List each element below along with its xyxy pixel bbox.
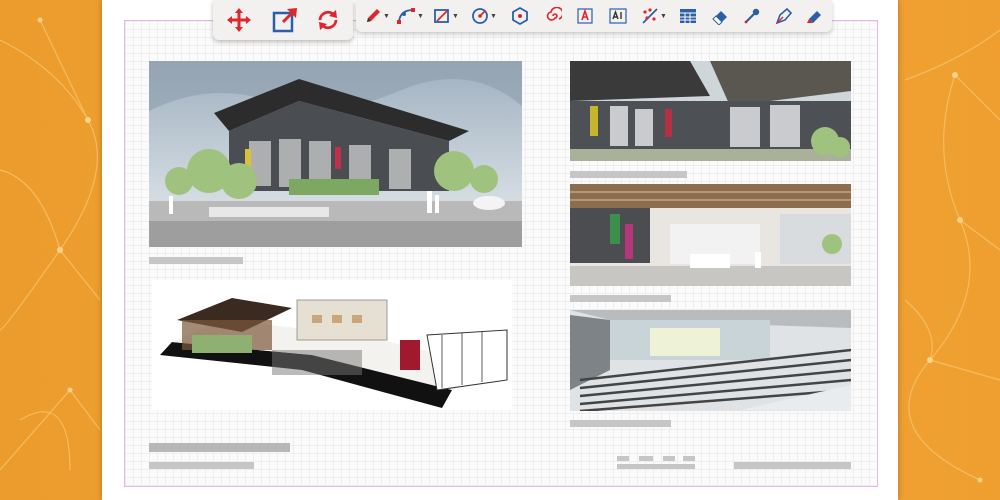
rotate-icon xyxy=(318,10,338,30)
isometric-section-drawing[interactable] xyxy=(152,280,512,410)
rotate-tool-button[interactable] xyxy=(312,5,344,35)
auditorium-rendering[interactable] xyxy=(570,310,851,411)
scatter-icon xyxy=(642,8,658,24)
pencil-icon xyxy=(367,9,381,22)
drawing-toolbar: ▼ ▼ ▼ ▼ ▼ xyxy=(356,0,832,32)
transform-box-icon xyxy=(272,8,297,33)
bezier-tool-button[interactable]: ▼ xyxy=(394,4,426,28)
auditorium-art xyxy=(570,310,851,411)
title-placeholder-bar xyxy=(149,443,290,452)
transform-toolbar xyxy=(213,0,353,40)
eraser-tool-button[interactable] xyxy=(708,4,732,28)
circle-icon xyxy=(472,8,488,24)
page-number-placeholder xyxy=(617,456,695,470)
pencil-tool-button[interactable]: ▼ xyxy=(362,4,392,28)
transform-box-tool-button[interactable] xyxy=(268,4,302,36)
rectangle-icon xyxy=(434,9,449,23)
caption-placeholder-atrium-lobby xyxy=(570,295,671,302)
bezier-curve-icon xyxy=(397,8,416,24)
move-tool-button[interactable] xyxy=(223,5,255,35)
eyedropper-icon xyxy=(744,8,760,24)
subtitle-placeholder-bar xyxy=(149,462,254,469)
table-tool-button[interactable] xyxy=(676,4,700,28)
polygon-tool-button[interactable] xyxy=(508,4,532,28)
scatter-tool-button[interactable]: ▼ xyxy=(638,4,670,28)
atrium-lobby-rendering[interactable] xyxy=(570,184,851,286)
text-tool-icon xyxy=(577,8,593,24)
polygon-icon xyxy=(512,7,528,25)
caption-placeholder-auditorium xyxy=(570,420,671,427)
ai-text-icon xyxy=(609,8,627,24)
exterior-rendering[interactable] xyxy=(149,61,522,247)
move-icon xyxy=(227,8,251,32)
circle-tool-button[interactable]: ▼ xyxy=(468,4,500,28)
spiral-tool-button[interactable] xyxy=(541,4,565,28)
ai-text-tool-button[interactable] xyxy=(606,4,630,28)
highlighter-icon xyxy=(807,11,821,23)
spiral-icon xyxy=(546,7,562,21)
eraser-icon xyxy=(712,11,727,25)
isometric-section-art xyxy=(152,280,512,410)
exterior-rendering-art xyxy=(149,61,522,247)
atrium-upper-art xyxy=(570,61,851,161)
pen-nib-tool-button[interactable] xyxy=(772,4,796,28)
atrium-lobby-art xyxy=(570,184,851,286)
highlighter-tool-button[interactable] xyxy=(802,4,826,28)
pen-nib-icon xyxy=(775,7,793,25)
caption-placeholder-atrium-upper xyxy=(570,171,687,178)
atrium-upper-rendering[interactable] xyxy=(570,61,851,161)
table-icon xyxy=(680,9,696,23)
caption-placeholder-exterior xyxy=(149,257,243,264)
text-tool-button[interactable] xyxy=(573,4,597,28)
footer-placeholder-right xyxy=(734,462,851,469)
eyedropper-tool-button[interactable] xyxy=(740,4,764,28)
rectangle-tool-button[interactable]: ▼ xyxy=(430,4,462,28)
